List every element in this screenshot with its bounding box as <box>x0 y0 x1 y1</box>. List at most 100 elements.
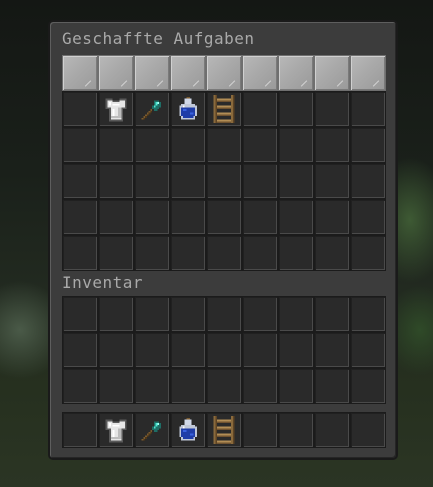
crafted-slot[interactable] <box>170 235 206 271</box>
crafted-slot[interactable] <box>98 127 134 163</box>
crafted-slot[interactable] <box>62 127 98 163</box>
crafted-slot[interactable] <box>278 91 314 127</box>
crafted-slot[interactable] <box>278 235 314 271</box>
crafted-slot[interactable] <box>170 91 206 127</box>
inventory-slot[interactable] <box>278 368 314 404</box>
ladder-icon <box>210 95 238 123</box>
hotbar-slot[interactable] <box>62 412 98 448</box>
crafted-slot[interactable] <box>98 235 134 271</box>
crafted-slot[interactable] <box>206 163 242 199</box>
crafted-slot[interactable] <box>350 235 386 271</box>
crafted-slot[interactable] <box>98 91 134 127</box>
template-slot[interactable] <box>242 55 278 91</box>
crafted-slot[interactable] <box>206 127 242 163</box>
inventory-slot[interactable] <box>62 296 98 332</box>
template-slot[interactable] <box>350 55 386 91</box>
inventory-slot[interactable] <box>350 332 386 368</box>
hotbar-slot[interactable] <box>278 412 314 448</box>
crafted-slot[interactable] <box>134 235 170 271</box>
inventory-slot[interactable] <box>170 332 206 368</box>
template-slot[interactable] <box>62 55 98 91</box>
crafted-slot[interactable] <box>170 199 206 235</box>
inventory-slot[interactable] <box>98 296 134 332</box>
crafted-slot[interactable] <box>314 91 350 127</box>
template-slot[interactable] <box>278 55 314 91</box>
crafted-slot[interactable] <box>350 163 386 199</box>
inventory-slot[interactable] <box>134 332 170 368</box>
hotbar-slot[interactable] <box>206 412 242 448</box>
crafted-slot[interactable] <box>206 235 242 271</box>
crafted-slot[interactable] <box>242 91 278 127</box>
crafted-tasks-grid <box>62 91 386 271</box>
inventory-slot[interactable] <box>206 296 242 332</box>
crafted-slot[interactable] <box>350 127 386 163</box>
crafted-slot[interactable] <box>134 91 170 127</box>
template-slot[interactable] <box>206 55 242 91</box>
crafted-slot[interactable] <box>242 127 278 163</box>
ladder-icon <box>210 416 238 444</box>
crafted-slot[interactable] <box>98 199 134 235</box>
crafted-slot[interactable] <box>314 163 350 199</box>
crafted-slot[interactable] <box>62 91 98 127</box>
inventory-slot[interactable] <box>242 332 278 368</box>
hotbar-grid <box>62 412 386 448</box>
diamond-shovel-icon <box>138 416 166 444</box>
crafted-slot[interactable] <box>62 235 98 271</box>
crafted-slot[interactable] <box>206 91 242 127</box>
potion-icon <box>174 95 202 123</box>
hotbar-slot[interactable] <box>350 412 386 448</box>
crafted-slot[interactable] <box>350 199 386 235</box>
hotbar-slot[interactable] <box>134 412 170 448</box>
crafted-slot[interactable] <box>242 199 278 235</box>
inventory-slot[interactable] <box>314 332 350 368</box>
crafted-slot[interactable] <box>62 163 98 199</box>
chestplate-icon <box>102 416 130 444</box>
inventory-slot[interactable] <box>350 368 386 404</box>
diamond-shovel-icon <box>138 95 166 123</box>
crafted-slot[interactable] <box>242 235 278 271</box>
crafted-slot[interactable] <box>170 163 206 199</box>
inventory-slot[interactable] <box>62 332 98 368</box>
inventory-grid <box>62 296 386 404</box>
inventory-slot[interactable] <box>98 332 134 368</box>
crafted-slot[interactable] <box>134 163 170 199</box>
template-slot[interactable] <box>170 55 206 91</box>
crafted-slot[interactable] <box>278 127 314 163</box>
inventory-slot[interactable] <box>170 296 206 332</box>
inventory-slot[interactable] <box>242 368 278 404</box>
hotbar-slot[interactable] <box>314 412 350 448</box>
hotbar-slot[interactable] <box>170 412 206 448</box>
inventory-slot[interactable] <box>314 296 350 332</box>
inventory-slot[interactable] <box>206 368 242 404</box>
crafted-slot[interactable] <box>206 199 242 235</box>
inventory-slot[interactable] <box>206 332 242 368</box>
template-slot[interactable] <box>134 55 170 91</box>
inventory-slot[interactable] <box>278 332 314 368</box>
crafted-slot[interactable] <box>134 199 170 235</box>
inventory-slot[interactable] <box>134 296 170 332</box>
crafted-slot[interactable] <box>278 163 314 199</box>
crafted-tasks-window: Geschaffte Aufgaben Inventar <box>48 20 398 460</box>
inventory-slot[interactable] <box>278 296 314 332</box>
crafted-slot[interactable] <box>62 199 98 235</box>
inventory-slot[interactable] <box>134 368 170 404</box>
inventory-slot[interactable] <box>98 368 134 404</box>
inventory-slot[interactable] <box>314 368 350 404</box>
hotbar-slot[interactable] <box>242 412 278 448</box>
crafted-slot[interactable] <box>314 199 350 235</box>
crafted-slot[interactable] <box>98 163 134 199</box>
template-slot[interactable] <box>314 55 350 91</box>
crafted-slot[interactable] <box>278 199 314 235</box>
inventory-slot[interactable] <box>350 296 386 332</box>
inventory-slot[interactable] <box>170 368 206 404</box>
crafted-slot[interactable] <box>350 91 386 127</box>
crafted-slot[interactable] <box>314 127 350 163</box>
crafted-slot[interactable] <box>134 127 170 163</box>
crafted-slot[interactable] <box>170 127 206 163</box>
hotbar-slot[interactable] <box>98 412 134 448</box>
inventory-slot[interactable] <box>242 296 278 332</box>
crafted-slot[interactable] <box>314 235 350 271</box>
inventory-slot[interactable] <box>62 368 98 404</box>
crafted-slot[interactable] <box>242 163 278 199</box>
template-slot[interactable] <box>98 55 134 91</box>
